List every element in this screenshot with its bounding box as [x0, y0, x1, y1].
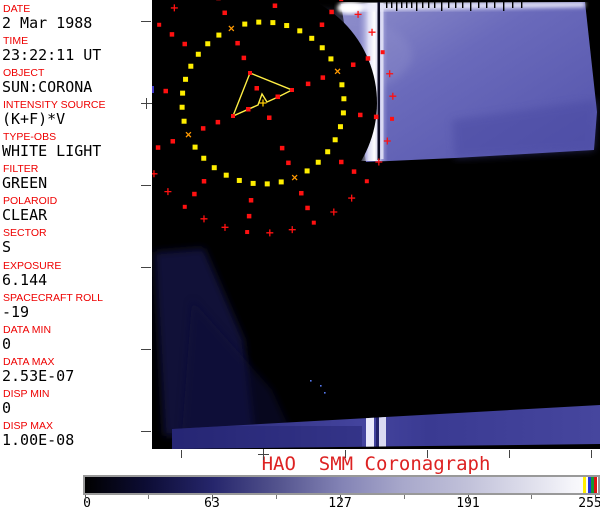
field-label: FILTER	[3, 163, 39, 176]
sidebar-field-date: DATE 2 Mar 1988	[0, 0, 152, 32]
intensity-colorbar	[83, 475, 600, 495]
field-label: SPACECRAFT ROLL	[3, 291, 103, 304]
field-label: TYPE-OBS	[3, 131, 57, 144]
field-value: 2 Mar 1988	[2, 14, 93, 32]
sidebar-field-time: TIME 23:22:11 UT	[0, 32, 152, 64]
sidebar-field-type-obs: TYPE-OBS WHITE LIGHT	[0, 128, 152, 160]
sidebar-field-data-max: DATA MAX 2.53E-07	[0, 353, 152, 385]
field-value: -19	[2, 302, 30, 321]
field-label: OBJECT	[3, 67, 45, 80]
field-value: 0	[2, 334, 12, 353]
colorbar-major-tick	[85, 495, 86, 501]
metadata-sidebar: DATE 2 Mar 1988 TIME 23:22:11 UT OBJECT …	[0, 0, 152, 449]
detector-seam-line	[377, 2, 380, 160]
field-value: 2.53E-07	[2, 366, 75, 385]
field-value: WHITE LIGHT	[2, 142, 102, 161]
colorbar-annotation-stripe	[583, 477, 586, 493]
field-label: POLAROID	[3, 195, 58, 208]
sidebar-field-spacecraft-roll: SPACECRAFT ROLL -19	[0, 289, 152, 321]
left-axis-tick	[141, 431, 151, 432]
page-title: HAO SMM Coronagraph	[261, 453, 491, 475]
left-axis-tick	[141, 185, 151, 186]
sidebar-field-filter: FILTER GREEN	[0, 160, 152, 192]
sidebar-field-exposure: EXPOSURE 6.144	[0, 257, 152, 289]
bottom-axis-center-cross	[263, 449, 264, 460]
field-label: DATA MAX	[3, 355, 55, 368]
sidebar-field-data-min: DATA MIN 0	[0, 321, 152, 353]
colorbar-minor-tick	[148, 495, 149, 499]
left-axis-tick	[141, 267, 151, 268]
sidebar-field-disp-min: DISP MIN 0	[0, 385, 152, 417]
left-axis-tick	[141, 21, 151, 22]
bottom-axis-tick	[427, 450, 428, 458]
edge-artifact	[152, 86, 154, 93]
bottom-axis-tick	[345, 450, 346, 458]
field-label: DATE	[3, 3, 31, 15]
sidebar-field-disp-max: DISP MAX 1.00E-08	[0, 417, 152, 449]
smm-coronagraph-viewer: { "sidebar": { "fields": [ {"label": "DA…	[0, 0, 600, 512]
field-value: 1.00E-08	[2, 430, 75, 449]
colorbar-tick-label: 255	[578, 496, 600, 511]
coronagraph-image-canvas[interactable]	[152, 0, 600, 449]
field-value: 23:22:11 UT	[2, 46, 102, 65]
colorbar-major-tick	[468, 495, 469, 501]
sidebar-field-polaroid: POLAROID CLEAR	[0, 192, 152, 224]
field-value: GREEN	[2, 174, 48, 193]
field-value: SUN:CORONA	[2, 78, 93, 97]
field-value: 6.144	[2, 270, 48, 289]
colorbar-major-tick	[595, 495, 596, 501]
colorbar-minor-tick	[531, 495, 532, 499]
colorbar-major-tick	[212, 495, 213, 501]
sidebar-field-object: OBJECT SUN:CORONA	[0, 64, 152, 96]
sidebar-field-intensity-source: INTENSITY SOURCE (K+F)*V	[0, 96, 152, 128]
field-label: DISP MAX	[3, 419, 53, 432]
bottom-axis-tick	[509, 450, 510, 458]
field-label: SECTOR	[3, 227, 47, 240]
colorbar-major-tick	[340, 495, 341, 501]
left-axis-tick	[141, 349, 151, 350]
field-value: (K+F)*V	[2, 110, 66, 129]
field-value: S	[2, 238, 12, 257]
colorbar-minor-tick	[276, 495, 277, 499]
field-label: TIME	[3, 35, 29, 48]
colorbar-annotation-stripe	[594, 477, 597, 493]
sidebar-field-sector: SECTOR S	[0, 224, 152, 256]
left-axis-center-cross	[146, 98, 147, 109]
field-label: DISP MIN	[3, 387, 50, 400]
field-label: DATA MIN	[3, 323, 52, 336]
bottom-axis-tick	[591, 450, 592, 458]
colorbar-minor-tick	[404, 495, 405, 499]
field-label: EXPOSURE	[3, 259, 62, 272]
field-value: 0	[2, 398, 12, 417]
bottom-axis-tick	[181, 450, 182, 458]
field-label: INTENSITY SOURCE	[3, 99, 106, 112]
field-value: CLEAR	[2, 206, 48, 225]
